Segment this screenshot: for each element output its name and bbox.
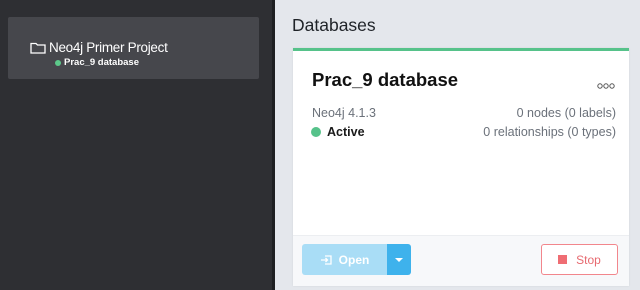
project-item[interactable]: Neo4j Primer Project Prac_9 database (8, 17, 259, 79)
stop-label: Stop (576, 252, 601, 267)
project-name: Neo4j Primer Project (49, 40, 168, 55)
status-label: Active (327, 125, 365, 139)
relationship-count: 0 relationships (0 types) (483, 125, 616, 139)
folder-icon (30, 41, 46, 54)
database-card: Prac_9 database Neo4j 4.1.3 0 nodes (0 l… (293, 48, 629, 286)
database-title: Prac_9 database (312, 69, 459, 90)
project-database[interactable]: Prac_9 database (55, 57, 139, 68)
main-panel: Databases Prac_9 database Neo4j 4.1.3 0 … (275, 0, 640, 290)
active-status-icon (311, 127, 321, 137)
more-horizontal-icon[interactable] (597, 77, 615, 89)
node-count: 0 nodes (0 labels) (516, 106, 616, 120)
stop-icon (558, 255, 568, 264)
project-database-label: Prac_9 database (64, 57, 139, 68)
open-dropdown-button[interactable] (387, 244, 411, 275)
project-header: Neo4j Primer Project (30, 40, 168, 55)
status-badge: Active (311, 125, 365, 139)
open-arrow-icon (320, 254, 332, 265)
open-label: Open (338, 252, 370, 267)
card-footer: Open Stop (293, 235, 629, 286)
stop-button[interactable]: Stop (541, 244, 618, 275)
page-title: Databases (292, 15, 376, 35)
status-dot-icon (55, 59, 61, 66)
sidebar: Neo4j Primer Project Prac_9 database (0, 0, 272, 290)
database-version: Neo4j 4.1.3 (312, 106, 376, 120)
open-button[interactable]: Open (302, 244, 387, 275)
chevron-down-icon (395, 257, 403, 262)
